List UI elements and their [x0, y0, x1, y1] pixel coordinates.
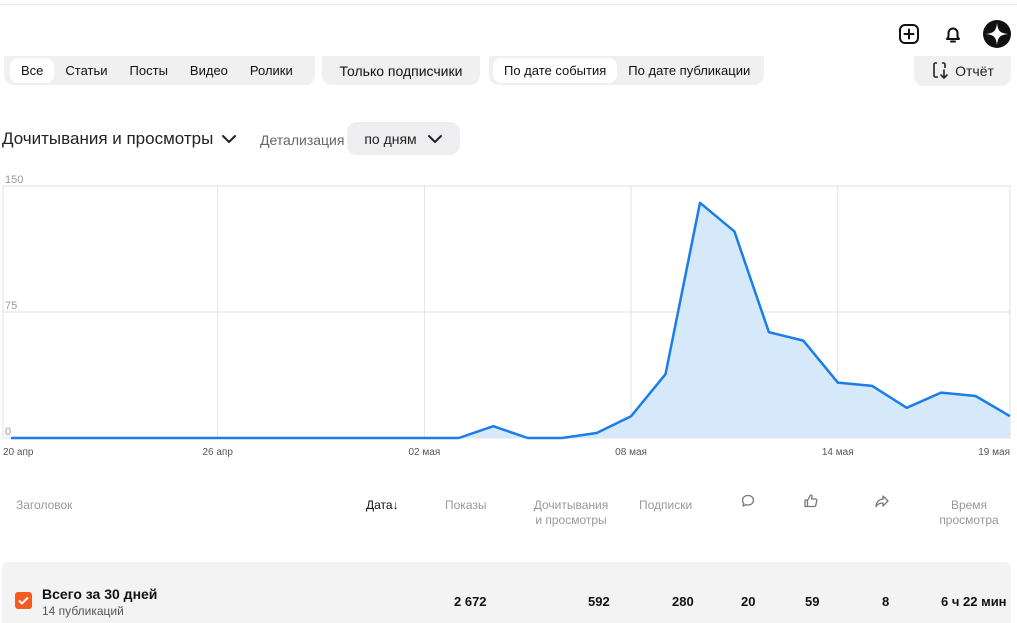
sort-down-arrow-icon: ↓	[392, 498, 399, 512]
report-button[interactable]: Отчёт	[914, 56, 1011, 86]
total-subscriptions: 280	[672, 594, 694, 609]
filter-shorts[interactable]: Ролики	[239, 58, 304, 83]
top-toolbar	[894, 19, 1012, 49]
x-tick-label: 02 мая	[408, 447, 440, 458]
report-label: Отчёт	[955, 63, 994, 79]
filter-by-publication-date[interactable]: По дате публикации	[617, 58, 761, 83]
detail-value: по дням	[364, 130, 417, 147]
header-view-time[interactable]: Время просмотра	[936, 498, 1002, 528]
share-icon[interactable]	[874, 493, 890, 514]
content-type-filter: Все Статьи Посты Видео Ролики	[4, 56, 315, 85]
total-shares: 8	[882, 594, 890, 609]
total-likes: 59	[805, 594, 820, 609]
metric-dropdown[interactable]: Дочитывания и просмотры	[2, 129, 237, 149]
metric-label: Дочитывания и просмотры	[2, 129, 214, 148]
detail-dropdown[interactable]: по дням	[347, 122, 460, 155]
bell-icon[interactable]	[938, 19, 968, 49]
filter-all[interactable]: Все	[10, 58, 55, 83]
add-icon[interactable]	[894, 19, 924, 49]
total-reads: 592	[588, 594, 610, 609]
x-tick-label: 19 мая	[978, 447, 1010, 458]
report-download-icon	[931, 60, 951, 83]
like-icon[interactable]	[803, 493, 819, 514]
x-tick-label: 14 мая	[822, 447, 854, 458]
detail-label: Детализация	[260, 132, 345, 148]
chevron-down-icon	[221, 129, 237, 149]
y-tick-label: 75	[5, 300, 17, 312]
total-view-time: 6 ч 22 мин	[941, 594, 1007, 609]
filter-by-event-date[interactable]: По дате события	[493, 58, 618, 83]
views-chart: 150 75 0 20 апр 26 апр 02 мая 08 мая 14 мая 19 м…	[2, 174, 1011, 458]
filter-posts[interactable]: Посты	[119, 58, 179, 83]
total-subtitle: 14 публикаций	[42, 604, 124, 618]
series-area	[11, 202, 1010, 438]
header-title: Заголовок	[16, 498, 73, 512]
header-reads[interactable]: Дочитывания и просмотры	[532, 498, 610, 528]
profile-avatar-icon[interactable]	[982, 19, 1012, 49]
comment-icon[interactable]	[740, 493, 756, 514]
x-tick-label: 08 мая	[615, 447, 647, 458]
chevron-down-icon	[427, 131, 443, 147]
total-checkbox[interactable]	[15, 592, 32, 609]
header-subscriptions[interactable]: Подписки	[639, 498, 692, 513]
x-tick-label: 20 апр	[3, 447, 34, 458]
total-shows: 2 672	[454, 594, 487, 609]
y-tick-label: 150	[5, 174, 23, 186]
header-shows[interactable]: Показы	[445, 498, 486, 513]
total-row[interactable]: Всего за 30 дней 14 публикаций 2 672 592…	[2, 562, 1011, 623]
filter-video[interactable]: Видео	[179, 58, 239, 83]
total-title: Всего за 30 дней	[42, 586, 158, 602]
header-date[interactable]: Дата↓	[366, 498, 399, 513]
top-divider	[0, 4, 1017, 5]
header-date-label: Дата	[366, 498, 393, 512]
filter-articles[interactable]: Статьи	[54, 58, 118, 83]
y-tick-label: 0	[5, 426, 11, 438]
x-tick-label: 26 апр	[202, 447, 233, 458]
check-icon	[18, 596, 29, 605]
date-mode-filter: По дате события По дате публикации	[489, 56, 764, 85]
filter-subscribers-only[interactable]: Только подписчики	[329, 58, 474, 84]
subscribers-filter-group: Только подписчики	[322, 56, 480, 85]
total-comments: 20	[741, 594, 756, 609]
